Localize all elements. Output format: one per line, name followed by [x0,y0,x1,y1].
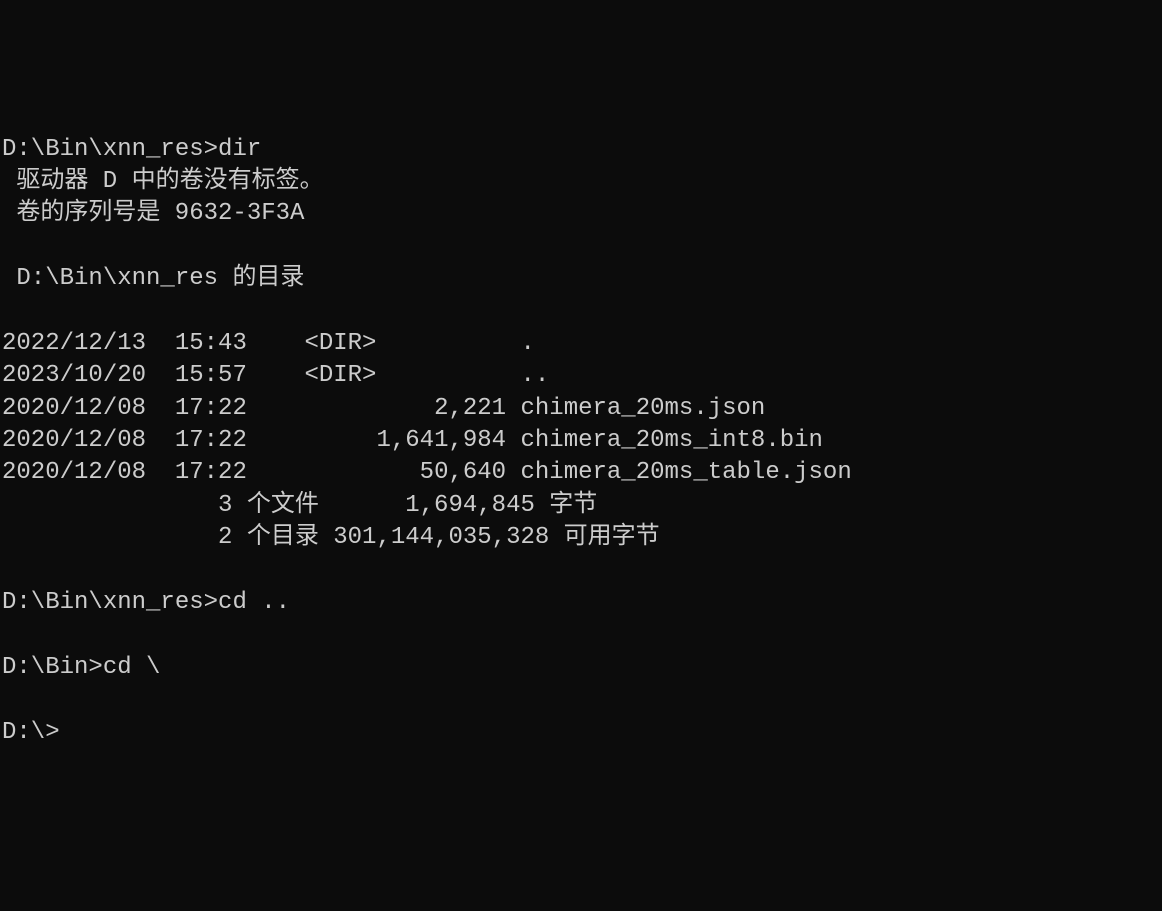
dir-entry-row: 2023/10/20 15:57 <DIR> .. [2,362,549,389]
command-text: cd \ [103,654,161,681]
dir-entry-row: 2022/12/13 15:43 <DIR> . [2,330,535,357]
prompt-path: D:\Bin> [2,654,103,681]
output-serial: 卷的序列号是 9632-3F3A [2,200,304,227]
dir-entry-row: 2020/12/08 17:22 1,641,984 chimera_20ms_… [2,427,823,454]
prompt-line[interactable]: D:\> [2,719,60,746]
output-volume-label: 驱动器 D 中的卷没有标签。 [2,168,324,195]
prompt-path: D:\Bin\xnn_res> [2,136,218,163]
prompt-path: D:\> [2,719,60,746]
command-text: dir [218,136,261,163]
prompt-line: D:\Bin>cd \ [2,654,160,681]
dir-summary-dirs: 2 个目录 301,144,035,328 可用字节 [2,524,660,551]
dir-entry-row: 2020/12/08 17:22 50,640 chimera_20ms_tab… [2,459,852,486]
command-text: cd .. [218,589,290,616]
prompt-line: D:\Bin\xnn_res>dir [2,136,261,163]
dir-summary-files: 3 个文件 1,694,845 字节 [2,492,597,519]
output-directory-of: D:\Bin\xnn_res 的目录 [2,265,304,292]
terminal-window[interactable]: D:\Bin\xnn_res>dir 驱动器 D 中的卷没有标签。 卷的序列号是… [2,134,1160,749]
prompt-path: D:\Bin\xnn_res> [2,589,218,616]
prompt-line: D:\Bin\xnn_res>cd .. [2,589,290,616]
dir-entry-row: 2020/12/08 17:22 2,221 chimera_20ms.json [2,395,765,422]
